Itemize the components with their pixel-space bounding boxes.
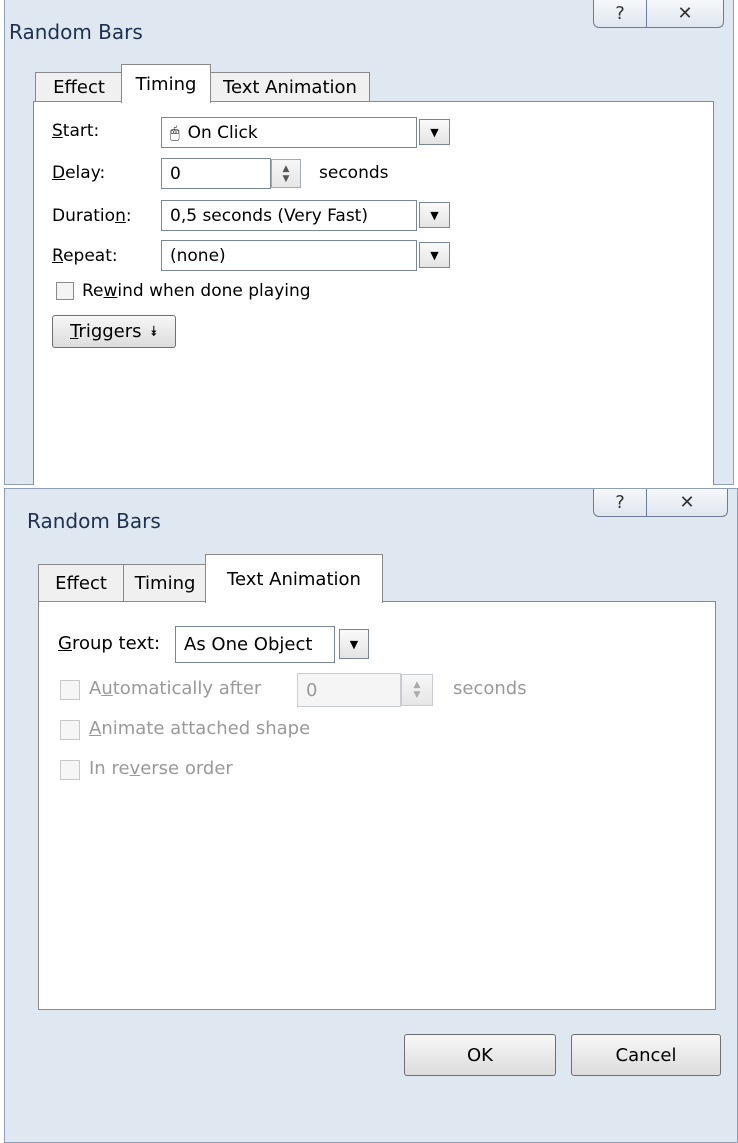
group-text-label: Group text: (58, 633, 161, 654)
chevron-down-icon: ▼ (430, 208, 439, 222)
delay-label: Delay: (52, 163, 106, 183)
chevron-down-icon: ▼ (430, 125, 439, 139)
animate-attached-shape-label: Animate attached shape (89, 718, 311, 739)
delay-spinner[interactable]: ▲ ▼ (271, 159, 301, 188)
spin-up-icon: ▲ (282, 163, 290, 174)
dialog-title: Random Bars (9, 20, 143, 44)
chevron-down-icon: ▼ (430, 248, 439, 262)
tab-text-animation[interactable]: Text Animation (210, 72, 370, 102)
repeat-dropdown[interactable]: (none) (161, 240, 417, 271)
close-button[interactable]: ✕ (646, 489, 728, 517)
delay-input[interactable]: 0 (161, 158, 271, 189)
text-animation-panel: Group text: As One Object ▼ Automaticall… (38, 601, 716, 1010)
mouse-icon: 🖱 (170, 122, 180, 142)
chevron-down-icon: ▼ (349, 637, 359, 651)
animate-attached-shape-checkbox[interactable] (60, 720, 80, 740)
close-button[interactable]: ✕ (646, 0, 724, 28)
start-dropdown-button[interactable]: ▼ (419, 119, 450, 145)
timing-panel: Start: 🖱 On Click ▼ Delay: 0 ▲ ▼ seconds… (33, 101, 714, 485)
tab-effect[interactable]: Effect (35, 72, 123, 102)
help-icon: ? (615, 3, 625, 24)
ok-button[interactable]: OK (404, 1034, 556, 1076)
automatically-after-spinner[interactable]: ▲ ▼ (401, 674, 433, 706)
tab-timing[interactable]: Timing (121, 64, 211, 103)
double-chevron-down-icon: ⯯ (149, 323, 158, 340)
dialog-title: Random Bars (27, 509, 161, 533)
help-button[interactable]: ? (593, 489, 647, 517)
start-dropdown[interactable]: 🖱 On Click (161, 117, 417, 148)
tab-text-animation[interactable]: Text Animation (205, 554, 383, 603)
automatically-after-unit: seconds (453, 678, 527, 699)
delay-unit: seconds (319, 163, 389, 183)
rewind-label: Rewind when done playing (82, 281, 311, 301)
repeat-dropdown-button[interactable]: ▼ (419, 242, 450, 268)
help-icon: ? (615, 492, 625, 513)
rewind-checkbox[interactable] (56, 282, 74, 300)
spin-down-icon: ▼ (282, 173, 290, 184)
tab-timing[interactable]: Timing (123, 564, 207, 602)
text-animation-dialog: Random Bars ? ✕ Effect Timing Text Anima… (4, 488, 738, 1143)
help-button[interactable]: ? (593, 0, 647, 28)
repeat-label: Repeat: (52, 246, 118, 266)
close-icon: ✕ (679, 492, 695, 513)
duration-dropdown-button[interactable]: ▼ (419, 202, 450, 228)
spin-up-icon: ▲ (413, 680, 421, 690)
triggers-button[interactable]: Triggers ⯯ (52, 315, 176, 348)
close-icon: ✕ (677, 3, 693, 24)
reverse-order-checkbox[interactable] (60, 760, 80, 780)
duration-dropdown[interactable]: 0,5 seconds (Very Fast) (161, 200, 417, 231)
automatically-after-checkbox[interactable] (60, 680, 80, 700)
automatically-after-label: Automatically after (89, 678, 262, 699)
start-label: Start: (52, 121, 100, 141)
cancel-button[interactable]: Cancel (571, 1034, 721, 1076)
automatically-after-input[interactable]: 0 (297, 673, 401, 707)
group-text-dropdown-button[interactable]: ▼ (339, 629, 369, 659)
duration-label: Duration: (52, 206, 132, 226)
spin-down-icon: ▼ (413, 690, 421, 700)
tab-effect[interactable]: Effect (38, 564, 124, 602)
timing-dialog: Random Bars ? ✕ Effect Timing Text Anima… (4, 0, 734, 485)
reverse-order-label: In reverse order (89, 758, 233, 779)
group-text-dropdown[interactable]: As One Object (175, 626, 335, 663)
